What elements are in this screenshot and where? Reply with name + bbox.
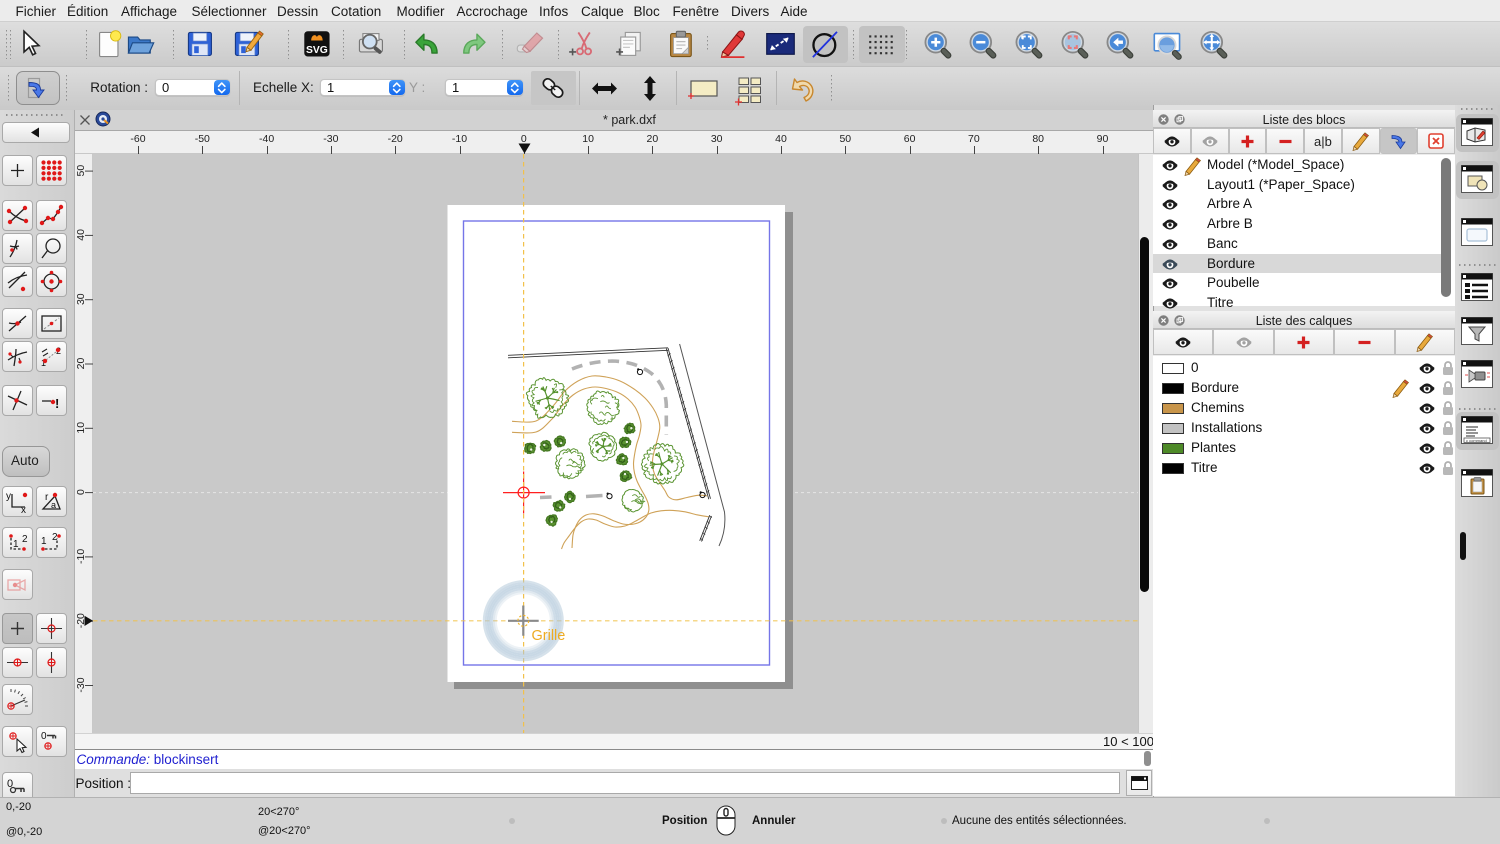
svg-text:x: x (21, 505, 26, 516)
svg-text:r: r (45, 492, 49, 503)
svg-text:20: 20 (75, 358, 87, 370)
svg-text:2: 2 (52, 532, 58, 543)
svg-text:SVG: SVG (306, 45, 328, 56)
svg-text:0: 0 (75, 489, 87, 495)
svg-text:Grille: Grille (532, 628, 566, 644)
svg-text:!: ! (55, 396, 59, 411)
svg-text:-10: -10 (75, 549, 87, 564)
svg-text:10: 10 (75, 422, 87, 434)
svg-text:40: 40 (75, 229, 87, 241)
svg-text:1: 1 (13, 539, 19, 550)
svg-text:50: 50 (75, 165, 87, 177)
svg-text:2: 2 (22, 534, 28, 545)
svg-text:30: 30 (75, 293, 87, 305)
svg-text:c command: c command (1466, 438, 1487, 443)
svg-text:0: 0 (41, 731, 47, 742)
svg-text:-30: -30 (75, 677, 87, 692)
svg-text:1: 1 (41, 536, 47, 547)
svg-text:a: a (51, 500, 56, 510)
svg-text:y: y (6, 491, 11, 502)
